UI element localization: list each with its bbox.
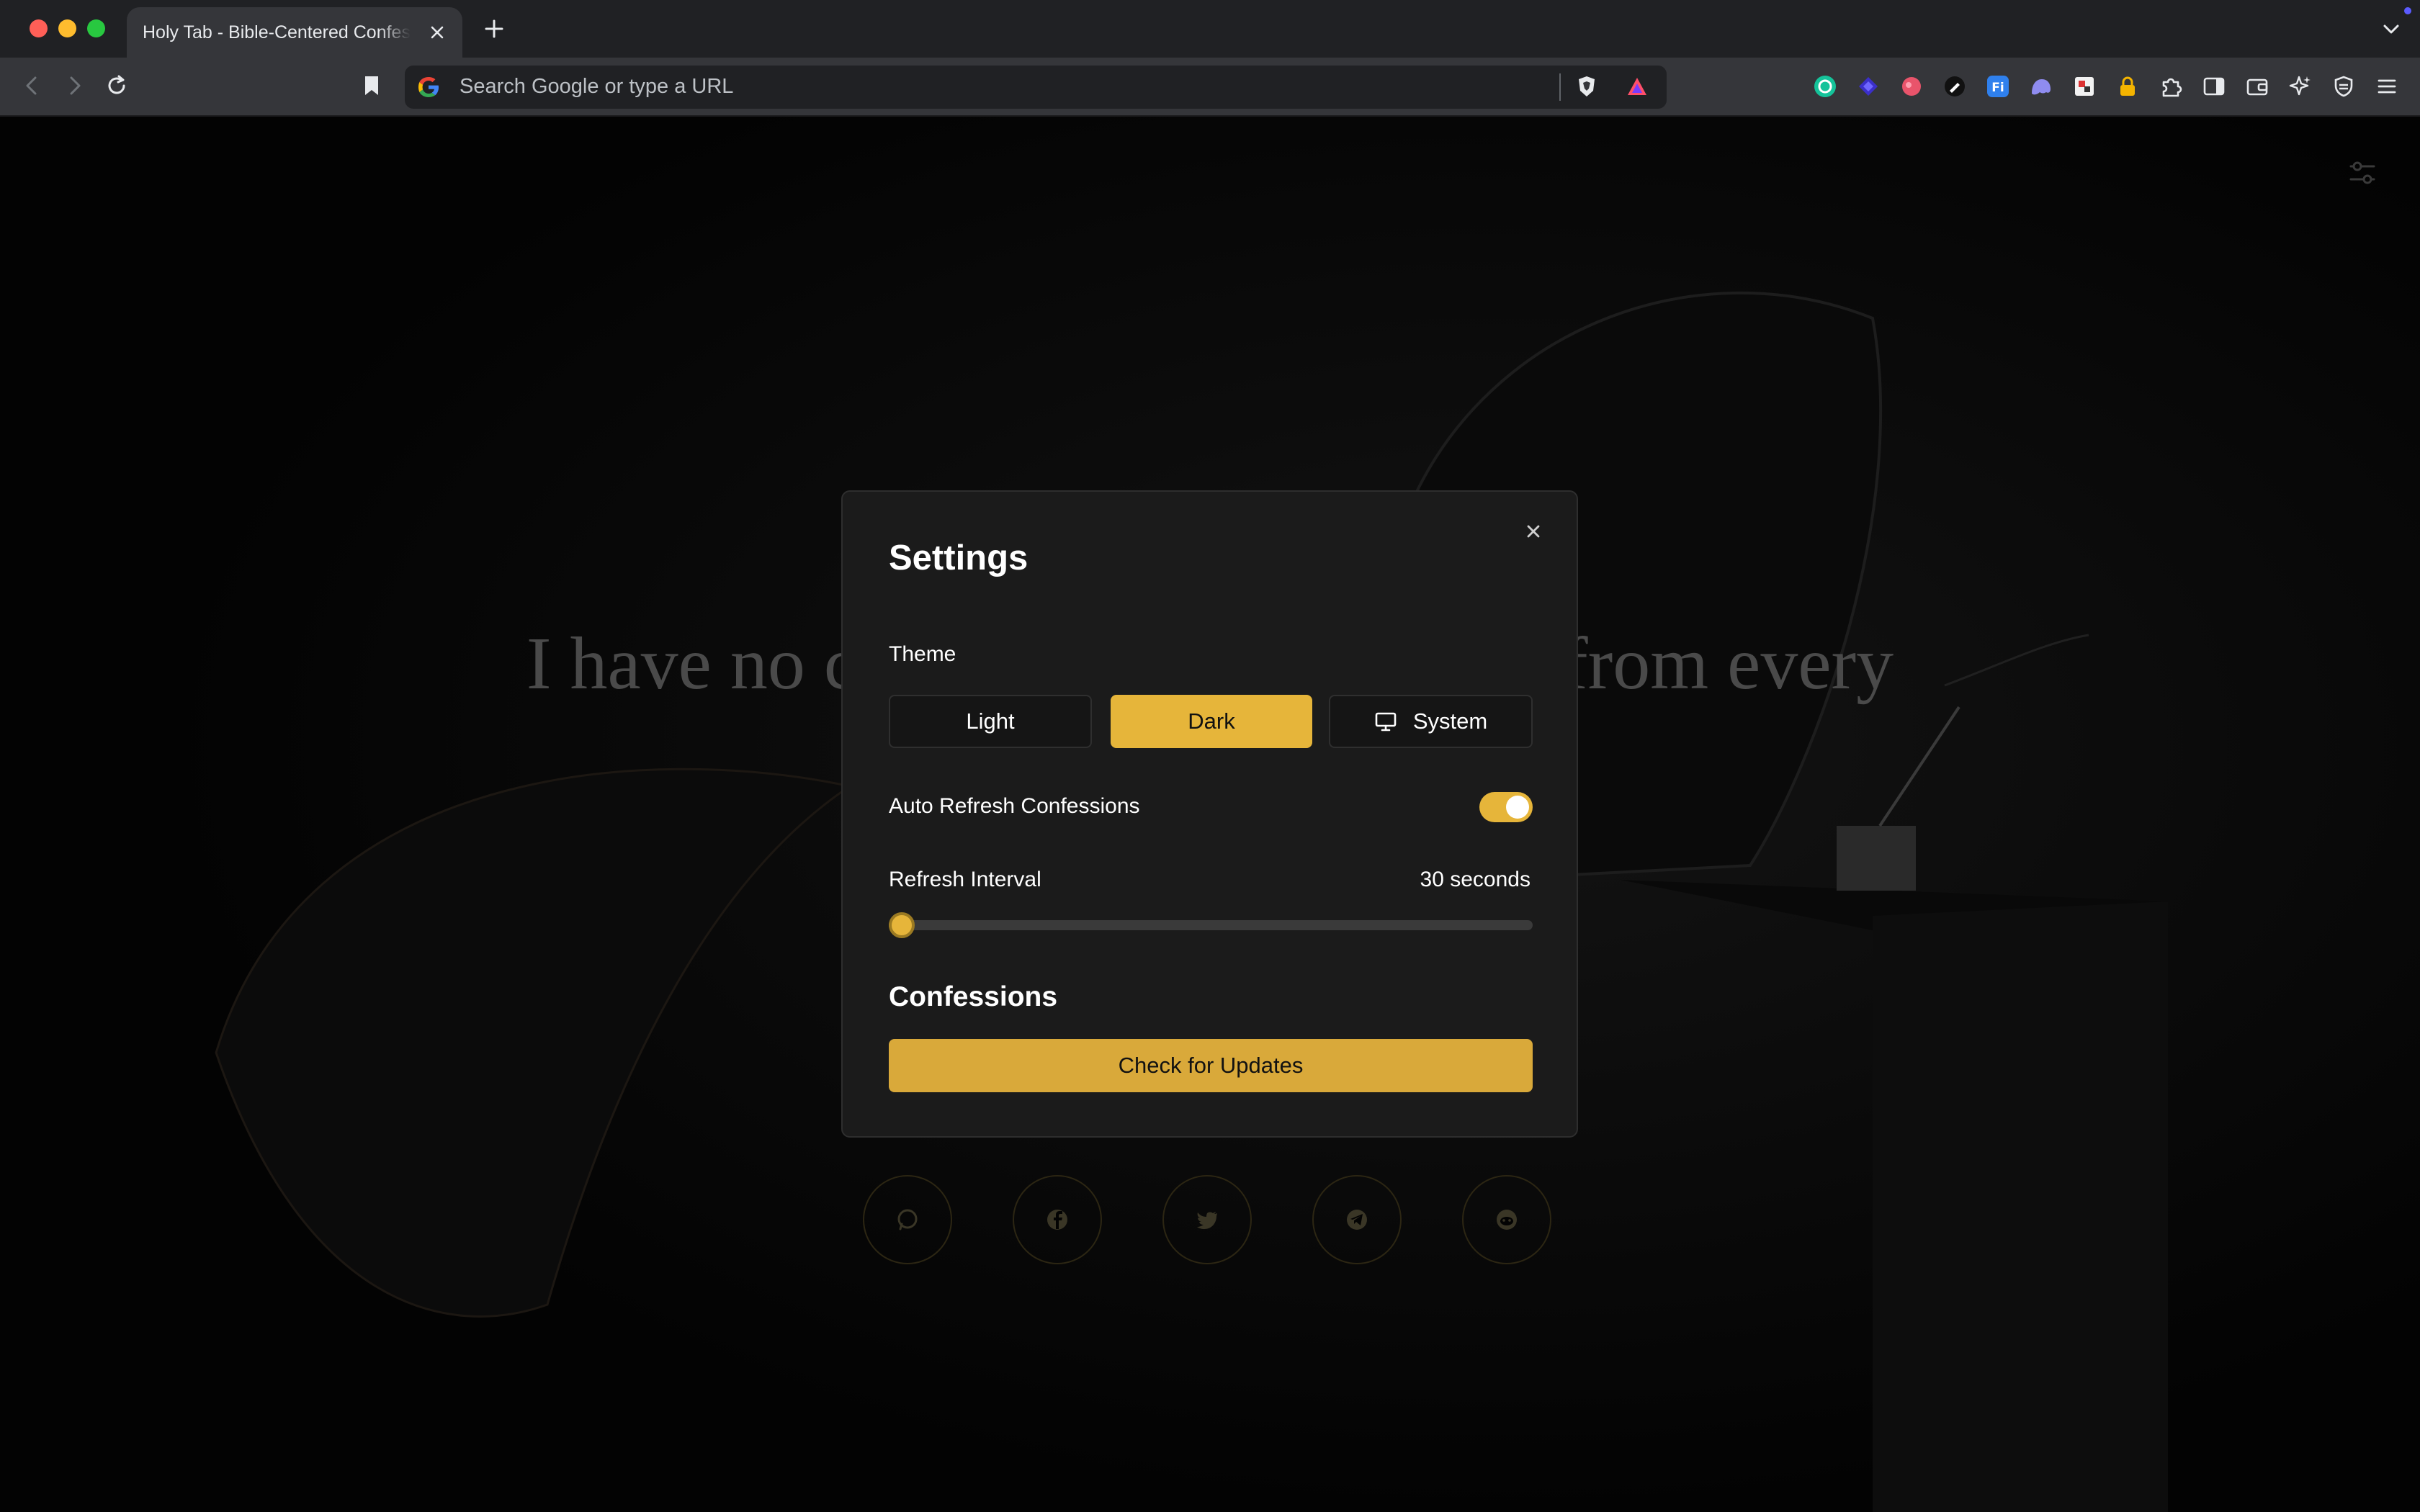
close-window-button[interactable] xyxy=(30,19,48,37)
vpn-shield-icon[interactable] xyxy=(2331,73,2357,99)
refresh-interval-label: Refresh Interval xyxy=(889,868,1041,891)
twitter-icon xyxy=(1197,1212,1217,1229)
lock-icon[interactable] xyxy=(2115,73,2141,99)
extension-square-icon[interactable] xyxy=(2071,73,2097,99)
browser-tab-active[interactable]: Holy Tab - Bible-Centered Confessions xyxy=(127,7,462,58)
maximize-window-button[interactable] xyxy=(87,19,105,37)
brave-shields-icon[interactable] xyxy=(1574,73,1600,99)
svg-text:Fi: Fi xyxy=(1991,81,2004,95)
theme-system-button[interactable]: System xyxy=(1329,695,1533,748)
forward-arrow-icon[interactable] xyxy=(60,72,88,99)
theme-dark-label: Dark xyxy=(1188,708,1235,734)
google-icon xyxy=(418,77,439,97)
monitor-icon xyxy=(1375,712,1397,732)
grammarly-icon[interactable] xyxy=(1812,73,1838,99)
menu-icon[interactable] xyxy=(2374,73,2400,99)
tab-title: Holy Tab - Bible-Centered Confessions xyxy=(143,22,411,42)
refresh-interval-value: 30 seconds xyxy=(1420,868,1531,891)
theme-system-label: System xyxy=(1412,708,1488,734)
whatsapp-icon xyxy=(897,1209,918,1230)
extension-ghost-icon[interactable] xyxy=(2028,73,2054,99)
notification-dot xyxy=(2404,7,2411,14)
bookmark-icon[interactable] xyxy=(358,72,385,99)
share-telegram-button[interactable] xyxy=(1312,1175,1402,1264)
browser-titlebar: Holy Tab - Bible-Centered Confessions xyxy=(0,0,2420,58)
settings-dialog: Settings Theme Light Dark System Auto Re… xyxy=(841,490,1578,1138)
settings-sliders-icon[interactable] xyxy=(2347,157,2378,189)
verse-text-right: from every xyxy=(1563,622,1894,705)
check-for-updates-button[interactable]: Check for Updates xyxy=(889,1039,1533,1092)
share-facebook-button[interactable] xyxy=(1013,1175,1102,1264)
check-for-updates-label: Check for Updates xyxy=(1118,1053,1304,1078)
extension-fi-icon[interactable]: Fi xyxy=(1985,73,2011,99)
extension-pen-icon[interactable] xyxy=(1942,73,1968,99)
brave-rewards-icon[interactable] xyxy=(1624,73,1650,99)
puzzle-extensions-icon[interactable] xyxy=(2158,73,2184,99)
wallet-icon[interactable] xyxy=(2244,73,2270,99)
back-arrow-icon[interactable] xyxy=(19,72,46,99)
toggle-knob xyxy=(1506,796,1529,819)
share-reddit-button[interactable] xyxy=(1462,1175,1551,1264)
auto-refresh-label: Auto Refresh Confessions xyxy=(889,794,1140,818)
confessions-heading: Confessions xyxy=(889,981,1058,1012)
theme-light-button[interactable]: Light xyxy=(889,695,1092,748)
slider-thumb[interactable] xyxy=(889,912,915,938)
facebook-icon xyxy=(1047,1210,1067,1230)
share-whatsapp-button[interactable] xyxy=(863,1175,952,1264)
chevron-down-icon[interactable] xyxy=(2380,17,2403,40)
verse-text-left: I have no c xyxy=(526,622,857,705)
close-icon[interactable] xyxy=(1520,518,1547,545)
share-buttons xyxy=(863,1175,1554,1264)
settings-title: Settings xyxy=(889,539,1028,577)
new-tab-icon[interactable] xyxy=(481,16,507,42)
auto-refresh-toggle[interactable] xyxy=(1479,792,1533,822)
leo-ai-icon[interactable] xyxy=(2287,73,2313,99)
extension-brain-icon[interactable] xyxy=(1899,73,1924,99)
share-twitter-button[interactable] xyxy=(1162,1175,1252,1264)
address-bar-placeholder: Search Google or type a URL xyxy=(460,75,734,98)
sidebar-icon[interactable] xyxy=(2201,73,2227,99)
minimize-window-button[interactable] xyxy=(58,19,76,37)
reload-icon[interactable] xyxy=(103,72,130,99)
extension-diamond-icon[interactable] xyxy=(1855,73,1881,99)
theme-light-label: Light xyxy=(966,708,1015,734)
theme-dark-button[interactable]: Dark xyxy=(1111,695,1312,748)
telegram-icon xyxy=(1347,1210,1367,1230)
address-bar-divider xyxy=(1559,73,1561,101)
tab-close-icon[interactable] xyxy=(428,23,447,42)
theme-label: Theme xyxy=(889,642,956,666)
reddit-icon xyxy=(1497,1210,1517,1230)
refresh-interval-slider[interactable] xyxy=(889,912,1533,938)
